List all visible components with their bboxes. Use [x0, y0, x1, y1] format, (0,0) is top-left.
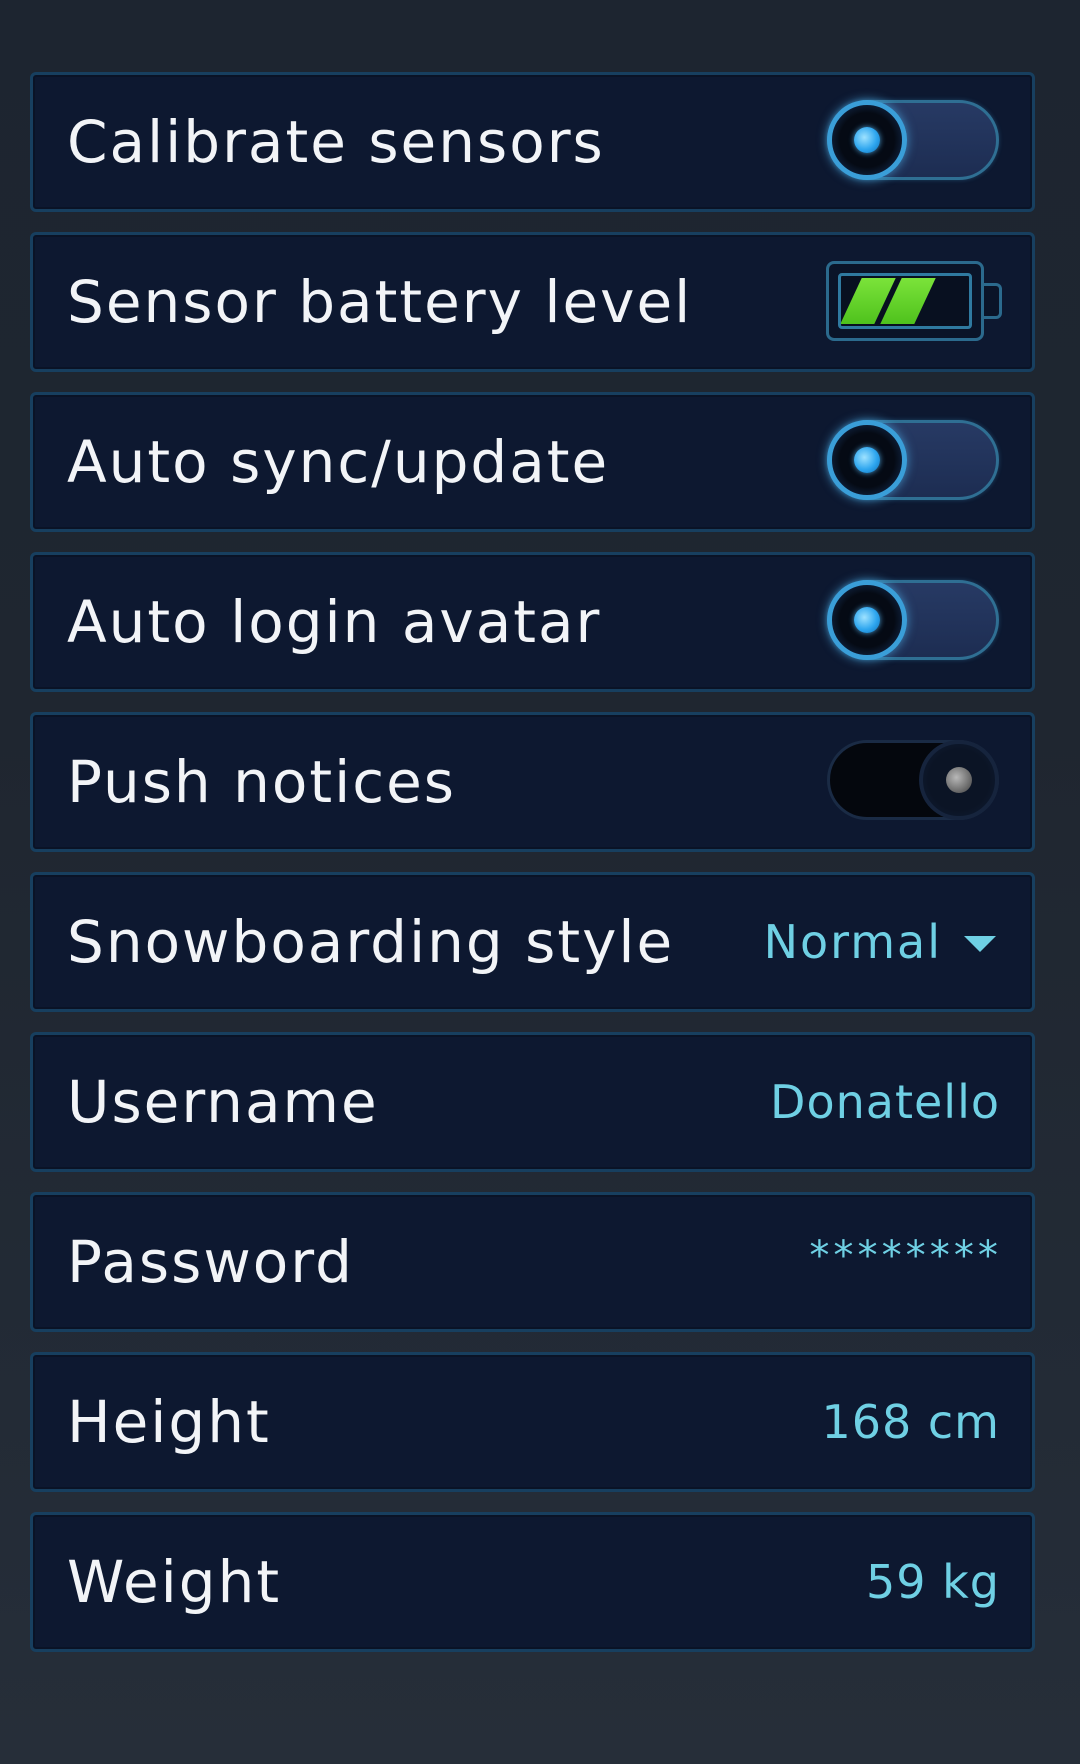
setting-row-calibrate-sensors: Calibrate sensors	[30, 72, 1035, 212]
setting-label: Snowboarding style	[67, 908, 675, 976]
chevron-down-icon	[964, 936, 996, 952]
setting-row-weight[interactable]: Weight 59 kg	[30, 1512, 1035, 1652]
height-field[interactable]: 168 cm	[821, 1355, 1000, 1489]
battery-icon	[826, 261, 1002, 341]
password-field[interactable]: ********	[807, 1189, 1000, 1323]
setting-label: Weight	[67, 1548, 282, 1616]
setting-row-height[interactable]: Height 168 cm	[30, 1352, 1035, 1492]
username-field[interactable]: Donatello	[770, 1035, 1000, 1169]
setting-label: Username	[67, 1068, 379, 1136]
battery-body	[826, 261, 984, 341]
toggle-knob	[827, 100, 907, 180]
setting-label: Push notices	[67, 748, 457, 816]
auto-login-toggle[interactable]	[827, 580, 999, 660]
battery-level-indicator	[841, 278, 936, 324]
snowboarding-style-select[interactable]: Normal	[764, 875, 996, 1009]
setting-row-auto-sync: Auto sync/update	[30, 392, 1035, 532]
setting-label: Auto login avatar	[67, 588, 602, 656]
setting-label: Height	[67, 1388, 271, 1456]
setting-row-auto-login: Auto login avatar	[30, 552, 1035, 692]
weight-field[interactable]: 59 kg	[866, 1515, 1000, 1649]
select-value: Normal	[763, 915, 942, 969]
setting-label: Password	[67, 1228, 354, 1296]
setting-row-push-notices: Push notices	[30, 712, 1035, 852]
auto-sync-toggle[interactable]	[827, 420, 999, 500]
setting-label: Calibrate sensors	[67, 108, 605, 176]
settings-list: Calibrate sensors Sensor battery level A…	[30, 72, 1035, 1672]
push-notices-toggle[interactable]	[827, 740, 999, 820]
setting-label: Sensor battery level	[67, 268, 693, 336]
toggle-knob	[827, 420, 907, 500]
calibrate-sensors-toggle[interactable]	[827, 100, 999, 180]
setting-row-sensor-battery: Sensor battery level	[30, 232, 1035, 372]
toggle-knob	[827, 580, 907, 660]
setting-label: Auto sync/update	[67, 428, 610, 496]
toggle-knob	[919, 740, 999, 820]
setting-row-snowboarding-style: Snowboarding style Normal	[30, 872, 1035, 1012]
setting-row-password[interactable]: Password ********	[30, 1192, 1035, 1332]
battery-tip	[984, 283, 1002, 319]
setting-row-username[interactable]: Username Donatello	[30, 1032, 1035, 1172]
